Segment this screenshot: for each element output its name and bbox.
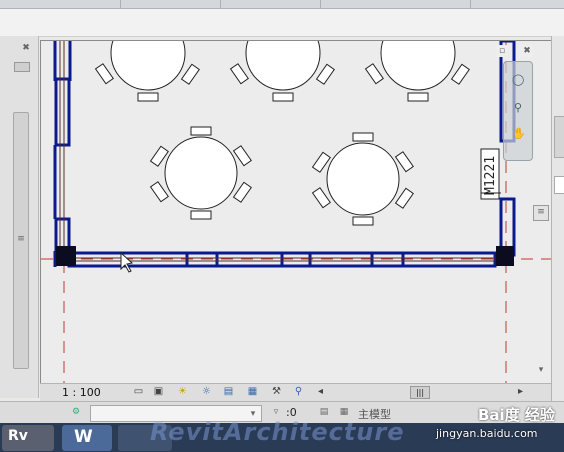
scroll-down-icon[interactable]: ▾ (535, 364, 547, 376)
baidu-watermark-logo: Bai度 经验 (478, 406, 555, 424)
structural-column[interactable] (56, 246, 76, 266)
floor-plan-canvas[interactable]: M1221 (41, 41, 552, 384)
sun-path-icon[interactable]: ☀ (176, 386, 189, 398)
workset-icon[interactable]: ⚙ (70, 406, 82, 418)
minimize-view-icon[interactable]: ▫ (496, 45, 508, 57)
design-options-icon[interactable]: ▦ (338, 406, 350, 418)
pan-icon[interactable]: ✋ (512, 128, 526, 140)
top-toolbar (0, 0, 564, 9)
toolbar-separator (320, 0, 321, 8)
toolbar-separator (120, 0, 121, 8)
zoom-icon[interactable]: ⚲ (512, 102, 524, 114)
scroll-grip-icon[interactable]: ≡ (533, 205, 549, 221)
taskbar-word-button[interactable]: W (62, 425, 112, 451)
baidu-watermark-url: jingyan.baidu.com (436, 427, 538, 440)
editing-requests-icon[interactable]: ▤ (318, 406, 330, 418)
navigation-bar[interactable]: ◯ ⚲ ✋ (503, 61, 533, 161)
shadows-icon[interactable]: ☼ (200, 386, 213, 398)
close-icon[interactable]: ✖ (20, 42, 32, 54)
filter-icon[interactable]: ▿ (270, 406, 282, 418)
grid-lines (41, 41, 552, 384)
round-table (229, 41, 335, 102)
view-scale[interactable]: 1 : 100 (62, 386, 101, 399)
crop-view-icon[interactable]: ▤ (222, 386, 235, 398)
scroll-right-icon[interactable]: ▸ (514, 386, 527, 398)
toolbar-separator (470, 0, 471, 8)
round-table (364, 41, 470, 102)
panel-collapse-button[interactable] (14, 62, 30, 72)
reveal-hidden-icon[interactable]: ⚲ (292, 386, 305, 398)
detail-level-icon[interactable]: ▭ (132, 386, 145, 398)
properties-panel-edge (551, 36, 564, 401)
view-control-bar: 1 : 100 ▭ ▣ ☀ ☼ ▤ ▦ ⚒ ⚲ ◂ ||| ▸ (40, 383, 551, 401)
project-browser-panel: ✖ ≡ (0, 36, 39, 398)
taskbar-revit-button[interactable]: Rv (2, 425, 54, 451)
door-tag-label: M1221 (483, 156, 498, 195)
scroll-left-icon[interactable]: ◂ (314, 386, 327, 398)
panel-tab[interactable] (554, 116, 564, 158)
visual-style-icon[interactable]: ▣ (152, 386, 165, 398)
panel-tab[interactable] (554, 176, 564, 194)
toolbar-separator (220, 0, 221, 8)
mouse-cursor (120, 251, 134, 273)
ribbon-row (0, 9, 564, 37)
horizontal-scroll-thumb[interactable]: ||| (410, 386, 430, 399)
round-table (311, 132, 414, 226)
scroll-grip-icon: ≡ (17, 234, 25, 244)
left-scrollbar[interactable]: ≡ (13, 112, 29, 369)
close-view-icon[interactable]: ✖ (521, 45, 533, 57)
round-table (94, 41, 200, 102)
round-table (149, 126, 252, 220)
structural-column[interactable] (496, 246, 514, 266)
revit-watermark: RevitArchitecture (150, 418, 405, 446)
show-crop-icon[interactable]: ▦ (246, 386, 259, 398)
temporary-hide-icon[interactable]: ⚒ (270, 386, 283, 398)
drawing-view[interactable]: M1221 ✖ ▫ ◯ ⚲ ✋ ≡ ▾ (40, 40, 553, 385)
steering-wheel-icon[interactable]: ◯ (512, 74, 524, 86)
